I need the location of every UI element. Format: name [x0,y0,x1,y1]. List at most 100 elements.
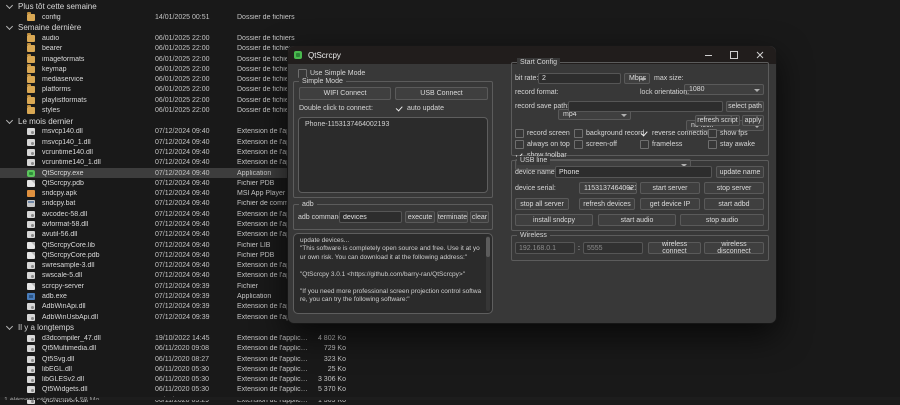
terminate-button[interactable]: terminate [437,211,468,223]
file-name: adb.exe [42,293,155,300]
file-date: 07/12/2024 09:40 [155,180,237,187]
checkbox-label: Use Simple Mode [310,70,365,77]
refresh-script-button[interactable]: refresh script [695,115,740,126]
section-header[interactable]: Semaine dernière [0,22,900,33]
chevron-down-icon [6,2,13,9]
file-date: 07/12/2024 09:40 [155,170,237,177]
file-row[interactable]: Qt5Multimedia.dll06/11/2020 09:08Extensi… [0,344,352,354]
close-icon [756,51,764,59]
select-value: 1080 [689,86,705,93]
log-scrollbar[interactable] [486,236,490,311]
wireless-ip-input[interactable] [515,242,575,254]
file-size: 729 Ko [310,345,346,352]
file-row[interactable]: config14/01/2025 00:51Dossier de fichier… [0,12,352,22]
group-label: USB line [517,156,550,165]
file-date: 07/12/2024 09:40 [155,211,237,218]
log-scrollbar-thumb[interactable] [486,237,490,257]
max-size-label: max size: [654,73,684,84]
stop-all-server-button[interactable]: stop all server [515,198,569,210]
file-name: QtScrcpy.exe [42,170,155,177]
file-size: 323 Ko [310,356,346,363]
file-type: Dossier de fichiers [237,35,310,42]
checkbox-stay-awake[interactable]: stay awake [708,140,755,149]
file-name: Qt5Multimedia.dll [42,345,155,352]
stop-server-button[interactable]: stop server [704,182,764,194]
section-label: Le mois dernier [18,117,73,126]
start-adbd-button[interactable]: start adbd [704,198,764,210]
device-list-item[interactable]: Phone-1153137464002193 [299,118,487,131]
file-type: Extension de l'application [237,366,310,373]
checkbox-box [708,129,717,138]
file-icon [27,190,35,197]
file-type: Extension de l'application [237,335,310,342]
wireless-disconnect-button[interactable]: wireless disconnect [704,242,764,254]
chevron-down-icon [621,114,627,117]
adb-log-output[interactable]: update devices... "This software is comp… [293,233,493,314]
start-server-button[interactable]: start server [640,182,700,194]
install-sndcpy-button[interactable]: install sndcpy [515,214,593,226]
chevron-down-icon [6,117,13,124]
checkbox-background-record[interactable]: background record [574,129,644,138]
folder-icon [27,76,35,83]
usb-connect-button[interactable]: USB Connect [395,87,488,100]
file-date: 07/12/2024 09:40 [155,242,237,249]
bit-rate-unit-select[interactable]: Mbps [624,73,650,84]
stop-audio-button[interactable]: stop audio [680,214,764,226]
file-date: 07/12/2024 09:40 [155,272,237,279]
bit-rate-input[interactable] [538,73,621,84]
file-name: AdbWinUsbApi.dll [42,314,155,321]
checkbox-show-fps[interactable]: show fps [708,129,748,138]
checkbox-frameless[interactable]: frameless [640,140,682,149]
file-name: msvcp140.dll [42,128,155,135]
refresh-devices-button[interactable]: refresh devices [579,198,635,210]
folder-icon [27,66,35,73]
wireless-connect-button[interactable]: wireless connect [648,242,701,254]
file-icon [27,200,35,207]
device-serial-select[interactable]: 1153137464002193 [579,182,637,194]
file-icon [27,211,35,218]
file-date: 07/12/2024 09:40 [155,159,237,166]
file-row[interactable]: audio06/01/2025 22:00Dossier de fichiers [0,33,352,43]
record-format-label: record format: [515,87,559,98]
file-name: libEGL.dll [42,366,155,373]
wifi-connect-button[interactable]: WIFI Connect [299,87,391,100]
file-icon [27,272,35,279]
file-icon [27,303,35,310]
checkbox-reverse-connection[interactable]: reverse connection [640,129,711,138]
device-list[interactable]: Phone-1153137464002193 [298,117,488,193]
get-device-ip-button[interactable]: get device IP [640,198,700,210]
adb-group: adb adb command: execute terminate clear [293,204,493,230]
clear-button[interactable]: clear [470,211,489,223]
adb-command-input[interactable] [339,211,402,223]
section-header[interactable]: Plus tôt cette semaine [0,1,900,12]
checkbox-record-screen[interactable]: record screen [515,129,570,138]
file-row[interactable]: libGLESv2.dll06/11/2020 05:30Extension d… [0,375,352,385]
chevron-down-icon [627,187,633,190]
checkbox-label: frameless [652,141,682,148]
file-icon [27,262,35,269]
checkbox-always-on-top[interactable]: always on top [515,140,570,149]
auto-update-checkbox[interactable]: auto update [395,104,444,113]
file-row[interactable]: Qt5Svg.dll06/11/2020 08:27Extension de l… [0,354,352,364]
file-name: AdbWinApi.dll [42,303,155,310]
file-row[interactable]: d3dcompiler_47.dll19/10/2022 14:45Extens… [0,333,352,343]
execute-button[interactable]: execute [405,211,435,223]
file-name: audio [42,35,155,42]
device-name-input[interactable] [555,166,712,178]
checkbox-screen-off[interactable]: screen-off [574,140,617,149]
file-row[interactable]: libEGL.dll06/11/2020 05:30Extension de l… [0,364,352,374]
file-icon [27,376,35,383]
select-path-button[interactable]: select path [726,101,764,112]
file-icon [27,242,35,249]
max-size-select[interactable]: 1080 [684,84,764,95]
file-date: 06/11/2020 08:27 [155,356,237,363]
file-size: 25 Ko [310,366,346,373]
wireless-port-input[interactable] [583,242,643,254]
update-name-button[interactable]: update name [716,166,764,178]
record-save-path-input[interactable] [568,101,723,112]
file-row[interactable]: Qt5Widgets.dll06/11/2020 05:30Extension … [0,385,352,395]
start-audio-button[interactable]: start audio [598,214,676,226]
file-icon [27,366,35,373]
file-icon [27,139,35,146]
apply-button[interactable]: apply [742,115,764,126]
